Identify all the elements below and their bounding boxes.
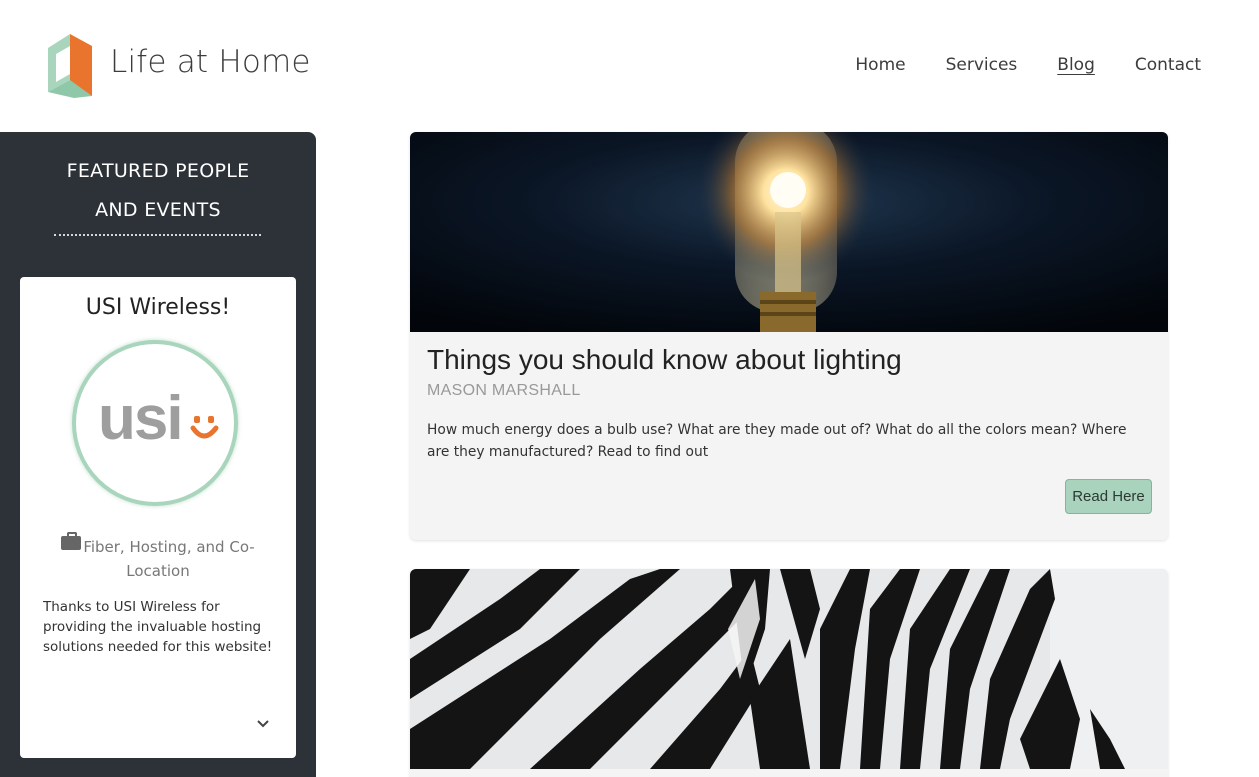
dotted-divider xyxy=(54,234,261,236)
usi-logo: usi xyxy=(72,340,238,506)
sidebar-title: FEATURED PEOPLE AND EVENTS xyxy=(0,152,316,230)
site-header: Life at Home Home Services Blog Contact xyxy=(0,0,1259,132)
page: Life at Home Home Services Blog Contact … xyxy=(0,0,1259,777)
blog-post-card xyxy=(410,569,1168,777)
featured-sidebar: FEATURED PEOPLE AND EVENTS USI Wireless!… xyxy=(0,132,316,777)
featured-description: Thanks to USI Wireless for providing the… xyxy=(43,599,273,655)
nav-home[interactable]: Home xyxy=(855,55,905,75)
post-excerpt: How much energy does a bulb use? What ar… xyxy=(427,422,1127,460)
sidebar-title-line1: FEATURED PEOPLE xyxy=(66,160,250,182)
usi-smile-icon xyxy=(190,416,219,439)
featured-category: Fiber, Hosting, and Co-Location xyxy=(50,532,266,583)
house-logo-icon[interactable] xyxy=(44,28,96,100)
zebra-image[interactable] xyxy=(410,569,1168,769)
featured-category-text: Fiber, Hosting, and Co-Location xyxy=(83,538,255,580)
featured-card: USI Wireless! usi Fiber, Hosting, and Co… xyxy=(20,277,296,758)
main-nav: Home Services Blog Contact xyxy=(855,55,1201,75)
briefcase-icon xyxy=(61,532,82,550)
nav-contact[interactable]: Contact xyxy=(1135,55,1201,75)
featured-name: USI Wireless! xyxy=(85,295,231,320)
site-title[interactable]: Life at Home xyxy=(110,44,311,80)
post-author: MASON MARSHALL xyxy=(427,382,581,399)
usi-logo-text: usi xyxy=(98,384,184,453)
nav-services[interactable]: Services xyxy=(946,55,1018,75)
read-here-button[interactable]: Read Here xyxy=(1065,479,1152,514)
post-title[interactable]: Things you should know about lighting xyxy=(427,344,902,376)
light-bulb-image[interactable] xyxy=(410,132,1168,332)
blog-post-card: Things you should know about lighting MA… xyxy=(410,132,1168,540)
sidebar-title-line2: AND EVENTS xyxy=(95,199,221,221)
nav-blog[interactable]: Blog xyxy=(1057,55,1095,75)
chevron-down-icon[interactable] xyxy=(256,717,270,731)
